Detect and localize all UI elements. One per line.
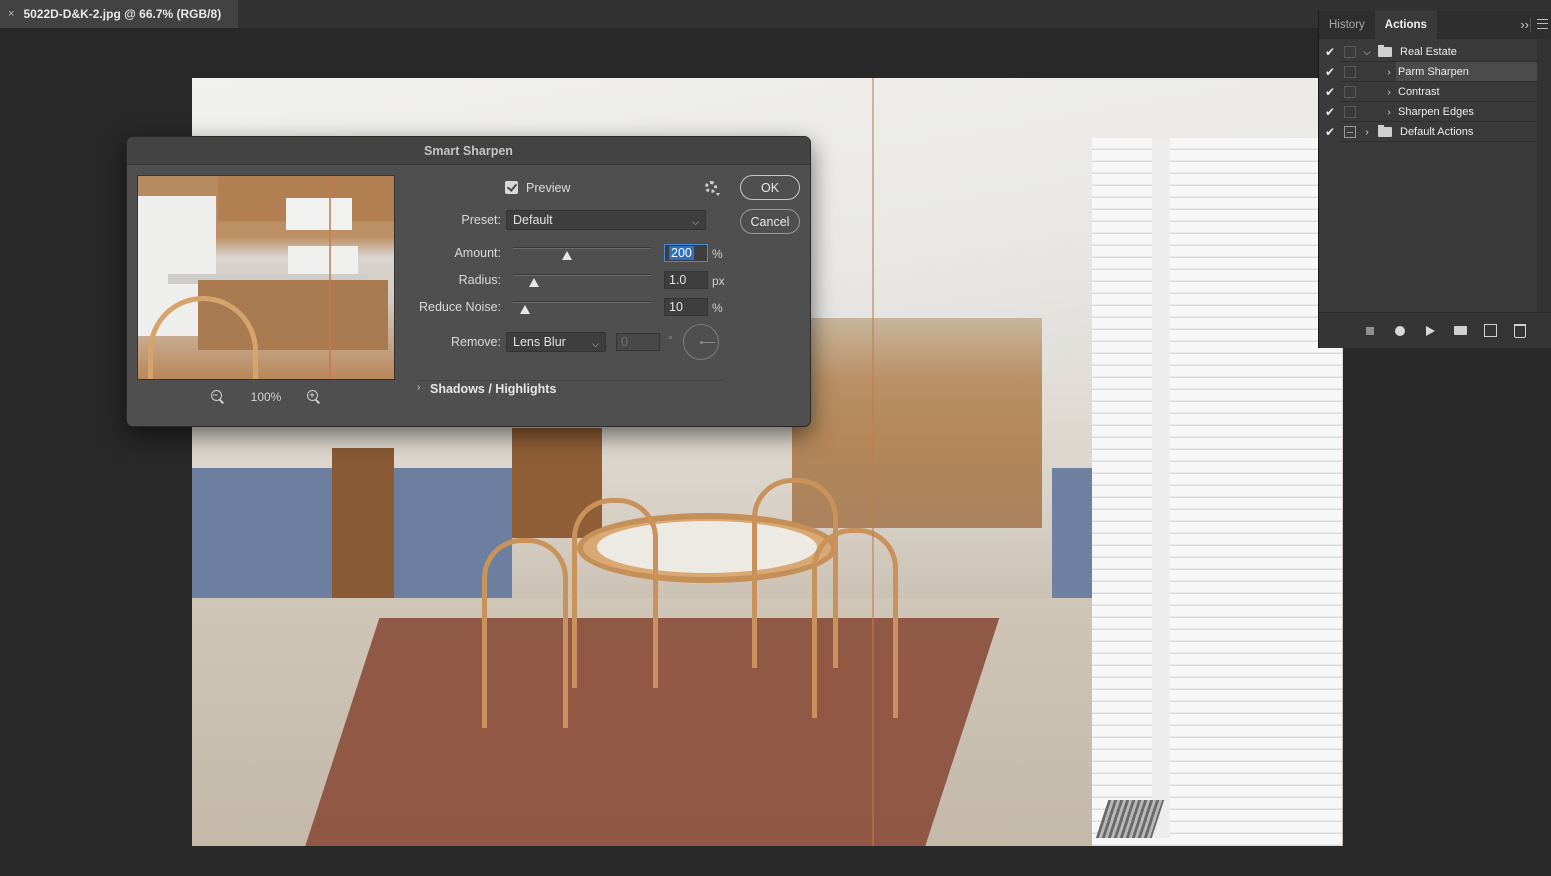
guide-line (872, 78, 874, 846)
preset-select[interactable]: Default ⌵ (506, 210, 706, 230)
remove-value: Lens Blur (513, 335, 566, 349)
smart-sharpen-dialog: Smart Sharpen − 100% + Preview OK Cancel… (126, 136, 811, 427)
photo-window-blinds (1092, 138, 1342, 846)
checkmark-icon[interactable]: ✔ (1319, 125, 1341, 139)
document-tab[interactable]: × 5022D-D&K-2.jpg @ 66.7% (RGB/8) (0, 0, 238, 28)
preview-label: Preview (526, 181, 571, 195)
reduce-noise-label: Reduce Noise: (419, 300, 501, 314)
preview-thumbnail[interactable] (137, 175, 395, 380)
panel-tabs: History Actions ›› (1319, 11, 1551, 39)
amount-input[interactable]: 200 (664, 244, 708, 262)
trash-icon[interactable] (1513, 324, 1527, 338)
folder-icon (1378, 125, 1392, 137)
action-set-default-actions[interactable]: ✔ › Default Actions (1319, 122, 1537, 142)
new-action-icon[interactable] (1483, 324, 1497, 338)
action-set-real-estate[interactable]: ✔ ⌵ Real Estate (1319, 42, 1537, 62)
zoom-level: 100% (250, 390, 282, 404)
action-label: Real Estate (1400, 46, 1457, 58)
dialog-toggle[interactable] (1344, 106, 1356, 118)
action-label: Parm Sharpen (1396, 62, 1537, 82)
angle-dial[interactable] (683, 324, 719, 360)
document-title: 5022D-D&K-2.jpg @ 66.7% (RGB/8) (23, 7, 222, 21)
amount-slider-track[interactable] (513, 247, 651, 249)
amount-slider-thumb[interactable] (562, 251, 572, 260)
panel-scrollbar[interactable] (1537, 39, 1551, 329)
action-label: Default Actions (1400, 126, 1474, 138)
actions-list: ✔ ⌵ Real Estate ✔ › Parm Sharpen ✔ › Con… (1319, 42, 1537, 142)
preview-checkbox[interactable] (505, 181, 518, 194)
checkmark-icon[interactable]: ✔ (1319, 45, 1341, 59)
zoom-out-icon[interactable]: − (210, 390, 225, 404)
action-parm-sharpen[interactable]: ✔ › Parm Sharpen (1319, 62, 1537, 82)
checkmark-icon[interactable]: ✔ (1319, 65, 1341, 79)
radius-label: Radius: (458, 273, 501, 287)
noise-input[interactable]: 10 (664, 298, 708, 316)
radius-unit: px (712, 274, 725, 288)
close-tab-icon[interactable]: × (8, 8, 14, 20)
action-sharpen-edges[interactable]: ✔ › Sharpen Edges (1319, 102, 1537, 122)
gear-icon[interactable] (705, 181, 720, 196)
chevron-right-icon[interactable]: › (1382, 87, 1396, 98)
tab-actions[interactable]: Actions (1374, 11, 1437, 39)
dialog-toggle[interactable] (1344, 46, 1356, 58)
angle-input[interactable]: 0 (616, 333, 660, 351)
chevron-right-icon[interactable]: › (417, 382, 420, 393)
actions-panel: History Actions ›› ✔ ⌵ Real Estate ✔ › P… (1318, 11, 1551, 348)
photo-window-frame (1152, 138, 1170, 838)
action-label: Contrast (1398, 86, 1440, 98)
chevron-right-icon[interactable]: › (1382, 67, 1396, 78)
stop-icon[interactable] (1363, 324, 1377, 338)
photo-chair (572, 498, 658, 688)
panel-footer (1319, 312, 1551, 348)
remove-label: Remove: (450, 335, 501, 349)
photo-chair (482, 538, 568, 728)
chevron-right-icon[interactable]: › (1360, 127, 1374, 138)
new-set-icon[interactable] (1453, 324, 1467, 338)
record-icon[interactable] (1393, 324, 1407, 338)
panel-separator (1530, 18, 1531, 32)
chevron-down-icon: ⌵ (592, 339, 599, 349)
checkmark-icon[interactable]: ✔ (1319, 85, 1341, 99)
tab-history[interactable]: History (1319, 11, 1375, 39)
dialog-toggle[interactable] (1344, 86, 1356, 98)
dialog-toggle[interactable] (1344, 126, 1356, 138)
collapse-panel-icon[interactable]: ›› (1520, 17, 1529, 32)
play-icon[interactable] (1423, 324, 1437, 338)
photo-chair (812, 528, 898, 718)
folder-icon (1378, 45, 1392, 57)
cancel-button[interactable]: Cancel (740, 209, 800, 234)
checkmark-icon[interactable]: ✔ (1319, 105, 1341, 119)
zoom-in-icon[interactable]: + (307, 390, 321, 404)
radius-slider-thumb[interactable] (529, 278, 539, 287)
amount-label: Amount: (454, 246, 501, 260)
dialog-toggle[interactable] (1344, 66, 1356, 78)
chevron-down-icon: ⌵ (692, 217, 699, 227)
noise-slider-track[interactable] (513, 301, 651, 303)
chevron-down-icon[interactable]: ⌵ (1360, 47, 1374, 58)
ok-button[interactable]: OK (740, 175, 800, 200)
radius-input[interactable]: 1.0 (664, 271, 708, 289)
amount-unit: % (712, 247, 723, 261)
preset-value: Default (513, 213, 553, 227)
dialog-title[interactable]: Smart Sharpen (127, 137, 810, 165)
zoom-controls: − 100% + (137, 387, 395, 407)
action-label: Sharpen Edges (1398, 106, 1474, 118)
noise-slider-thumb[interactable] (520, 305, 530, 314)
angle-unit: ° (668, 333, 673, 347)
panel-menu-icon[interactable] (1537, 19, 1548, 29)
chevron-right-icon[interactable]: › (1382, 107, 1396, 118)
preset-label: Preset: (461, 213, 501, 227)
shadows-highlights-toggle[interactable]: Shadows / Highlights (430, 382, 556, 396)
remove-select[interactable]: Lens Blur ⌵ (506, 332, 606, 352)
photo-door (332, 448, 394, 598)
action-contrast[interactable]: ✔ › Contrast (1319, 82, 1537, 102)
radius-slider-track[interactable] (513, 274, 651, 276)
noise-unit: % (712, 301, 723, 315)
